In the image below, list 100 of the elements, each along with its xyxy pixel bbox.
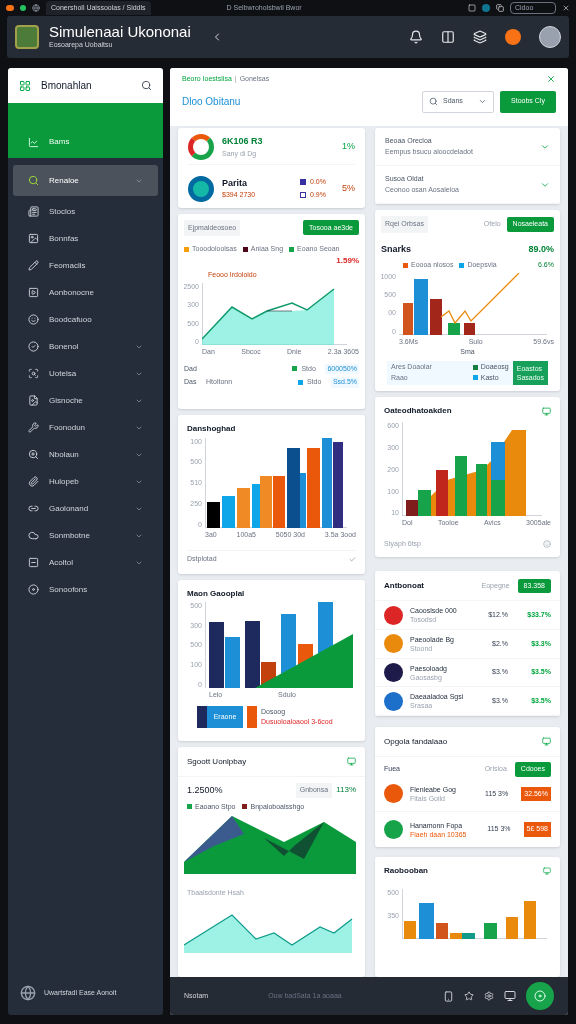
star-icon[interactable]: [464, 991, 474, 1001]
legend-swatch: [247, 706, 257, 729]
card-percent: 89.0%: [528, 242, 554, 256]
card-title: Danshoghad: [187, 422, 237, 435]
pencil-icon: [28, 260, 39, 271]
bar: [237, 487, 250, 528]
smiley-icon: [28, 314, 39, 325]
bell-icon[interactable]: [409, 30, 423, 44]
mountain-area: [184, 816, 244, 862]
chart-icon: [28, 137, 39, 148]
link-icon: [28, 503, 39, 514]
monitor-icon: [347, 757, 356, 766]
app-logo-icon: [15, 25, 39, 49]
chart-figure: 1.59%: [336, 254, 359, 267]
page-title: Dloo Obitanu: [182, 95, 241, 109]
close-icon[interactable]: [546, 74, 556, 85]
monitor-icon[interactable]: [504, 990, 516, 1002]
sidebar-item[interactable]: Gisnoche: [13, 387, 158, 414]
image-icon: [28, 233, 39, 244]
bar: [430, 298, 442, 335]
sidebar-item[interactable]: Renaloe: [13, 165, 158, 196]
globe-icon: [20, 985, 36, 1001]
sidebar-item[interactable]: Feomaclis: [13, 252, 158, 279]
file-image-icon: [28, 395, 39, 406]
app-badge-icon[interactable]: [505, 29, 521, 45]
card-percent: 113%: [336, 784, 356, 797]
bar: [225, 636, 240, 688]
zoom-icon: [28, 449, 39, 460]
check-circle-icon: [28, 341, 39, 352]
bar: [491, 480, 505, 517]
avatar[interactable]: [539, 26, 561, 48]
card-title: Raobooban: [384, 865, 428, 877]
sidebar-item[interactable]: Boodcafuoo: [13, 306, 158, 333]
bar: [222, 495, 235, 528]
stat-icon: [188, 175, 214, 202]
sidebar-item[interactable]: Acoltol: [13, 549, 158, 576]
stat-percent: 5%: [342, 181, 355, 195]
sidebar-item[interactable]: Sonoofons: [13, 576, 158, 603]
bar: [436, 923, 448, 939]
search-icon[interactable]: [141, 80, 152, 91]
chevron-down-icon: [478, 97, 487, 106]
copy-icon[interactable]: [496, 4, 504, 12]
sidebar-item[interactable]: Bonenol: [13, 333, 158, 360]
sidebar-item[interactable]: Uotelsa: [13, 360, 158, 387]
check-icon: [349, 555, 356, 563]
stat-icon: [188, 134, 214, 160]
sidebar-item[interactable]: Stoclos: [13, 198, 158, 225]
smiley-icon: [543, 540, 551, 549]
monitor-icon: [542, 737, 551, 747]
wrench-icon: [28, 422, 39, 433]
search-icon: [28, 175, 39, 186]
paperclip-icon: [28, 476, 39, 487]
panel-icon[interactable]: [441, 30, 455, 44]
document-icon: [28, 206, 39, 217]
globe-icon[interactable]: [32, 4, 40, 12]
disc-icon: [534, 990, 546, 1002]
disc-icon: [28, 584, 39, 595]
bar: [524, 901, 536, 939]
sidebar-section[interactable]: Bams: [8, 103, 163, 158]
bar: [404, 921, 416, 939]
grid-icon: [19, 79, 31, 92]
sidebar-item[interactable]: Bonnfas: [13, 225, 158, 252]
bar: [476, 464, 487, 517]
sidebar-item[interactable]: Gaolonand: [13, 495, 158, 522]
sidebar-item[interactable]: Sonmbotne: [13, 522, 158, 549]
sidebar-title: Bmonahlan: [41, 79, 92, 93]
floating-action-button[interactable]: [526, 982, 554, 1010]
phone-icon[interactable]: [443, 990, 454, 1002]
stat-value: 6K106 R3: [222, 135, 263, 148]
card-value: 1.2500%: [187, 783, 223, 797]
app-title: Simulenaai Ukononai: [49, 23, 191, 41]
scan-icon: [28, 368, 39, 379]
bar: [209, 621, 224, 688]
card-title: Snarks: [381, 242, 412, 256]
mountain-area: [264, 822, 324, 859]
bar: [419, 903, 434, 939]
settings-icon[interactable]: [484, 991, 494, 1001]
card-title: Maon Gaooplal: [187, 587, 246, 600]
sidebar-item[interactable]: Hulopeb: [13, 468, 158, 495]
bar: [484, 923, 497, 939]
bar: [448, 322, 460, 335]
bar: [436, 470, 448, 517]
close-icon[interactable]: [562, 4, 570, 12]
stat-value: Parita: [222, 176, 248, 190]
bar: [207, 501, 220, 528]
minus-icon: [28, 557, 39, 568]
checkbox[interactable]: [300, 179, 306, 186]
card-title: Sgoott Uonlpbay: [187, 755, 247, 768]
stat-percent: 1%: [342, 140, 355, 154]
checkbox[interactable]: [300, 191, 306, 198]
legend-swatch: [197, 706, 207, 729]
bar: [464, 322, 475, 335]
monitor-icon: [542, 407, 551, 416]
sidebar-item[interactable]: Foonodun: [13, 414, 158, 441]
sidebar-item[interactable]: Nbolaun: [13, 441, 158, 468]
bar: [506, 917, 518, 939]
bar: [273, 475, 285, 528]
layers-icon[interactable]: [473, 30, 487, 44]
sidebar-item[interactable]: Aonbonocne: [13, 279, 158, 306]
bar: [491, 442, 505, 481]
